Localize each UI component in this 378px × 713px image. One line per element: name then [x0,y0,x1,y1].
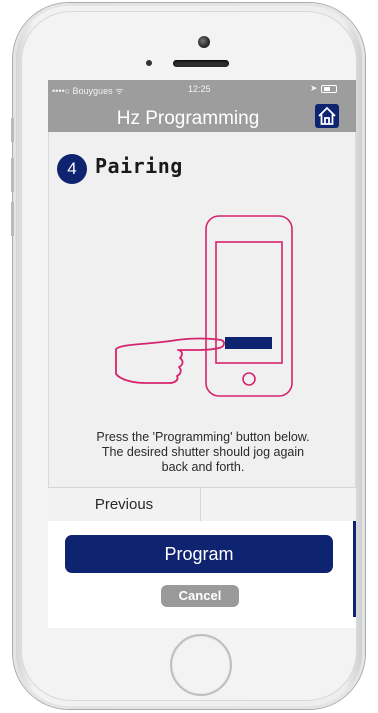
step-number-badge: 4 [57,154,87,184]
instruction-line: The desired shutter should jog again [101,445,305,459]
page-title: Hz Programming [116,108,260,129]
next-button[interactable] [201,488,356,521]
instruction-line: back and forth. [161,460,245,474]
earpiece-speaker [173,60,229,67]
status-bar: ••••○ Bouygues ᯤ 12:25 ➤ [48,83,356,97]
clock: 12:25 [188,84,211,94]
volume-down-button [11,202,14,236]
home-button[interactable] [315,104,339,128]
location-arrow-icon: ➤ [310,83,318,93]
hand-shape [115,337,225,384]
carrier-label: ••••○ Bouygues ᯤ [52,86,124,96]
mute-switch [11,118,14,142]
phone-button-shape [242,372,256,386]
step-title: Pairing [95,154,183,178]
instruction-text: Press the 'Programming' button below. Th… [59,430,347,475]
phone-home-button[interactable] [170,634,232,696]
action-sheet: Program Cancel [48,521,356,628]
navigation-bar: ••••○ Bouygues ᯤ 12:25 ➤ Hz Programming [48,80,356,132]
previous-button[interactable]: Previous [48,488,201,521]
app-screen: ••••○ Bouygues ᯤ 12:25 ➤ Hz Programming … [48,80,356,628]
proximity-sensor [146,60,152,66]
volume-up-button [11,158,14,192]
battery-icon [321,85,337,93]
hand-pressing-phone-illustration [115,215,293,397]
home-icon [318,106,336,125]
front-camera [198,36,210,48]
step-navigation: Previous [48,487,356,521]
sheet-edge [353,521,356,617]
cancel-button[interactable]: Cancel [161,585,239,607]
programming-button-shape [225,337,272,349]
program-button[interactable]: Program [65,535,333,573]
phone-outline-shape [205,215,293,397]
step-content: 4 Pairing Press the 'Programming' button… [48,132,356,489]
instruction-line: Press the 'Programming' button below. [96,430,310,444]
